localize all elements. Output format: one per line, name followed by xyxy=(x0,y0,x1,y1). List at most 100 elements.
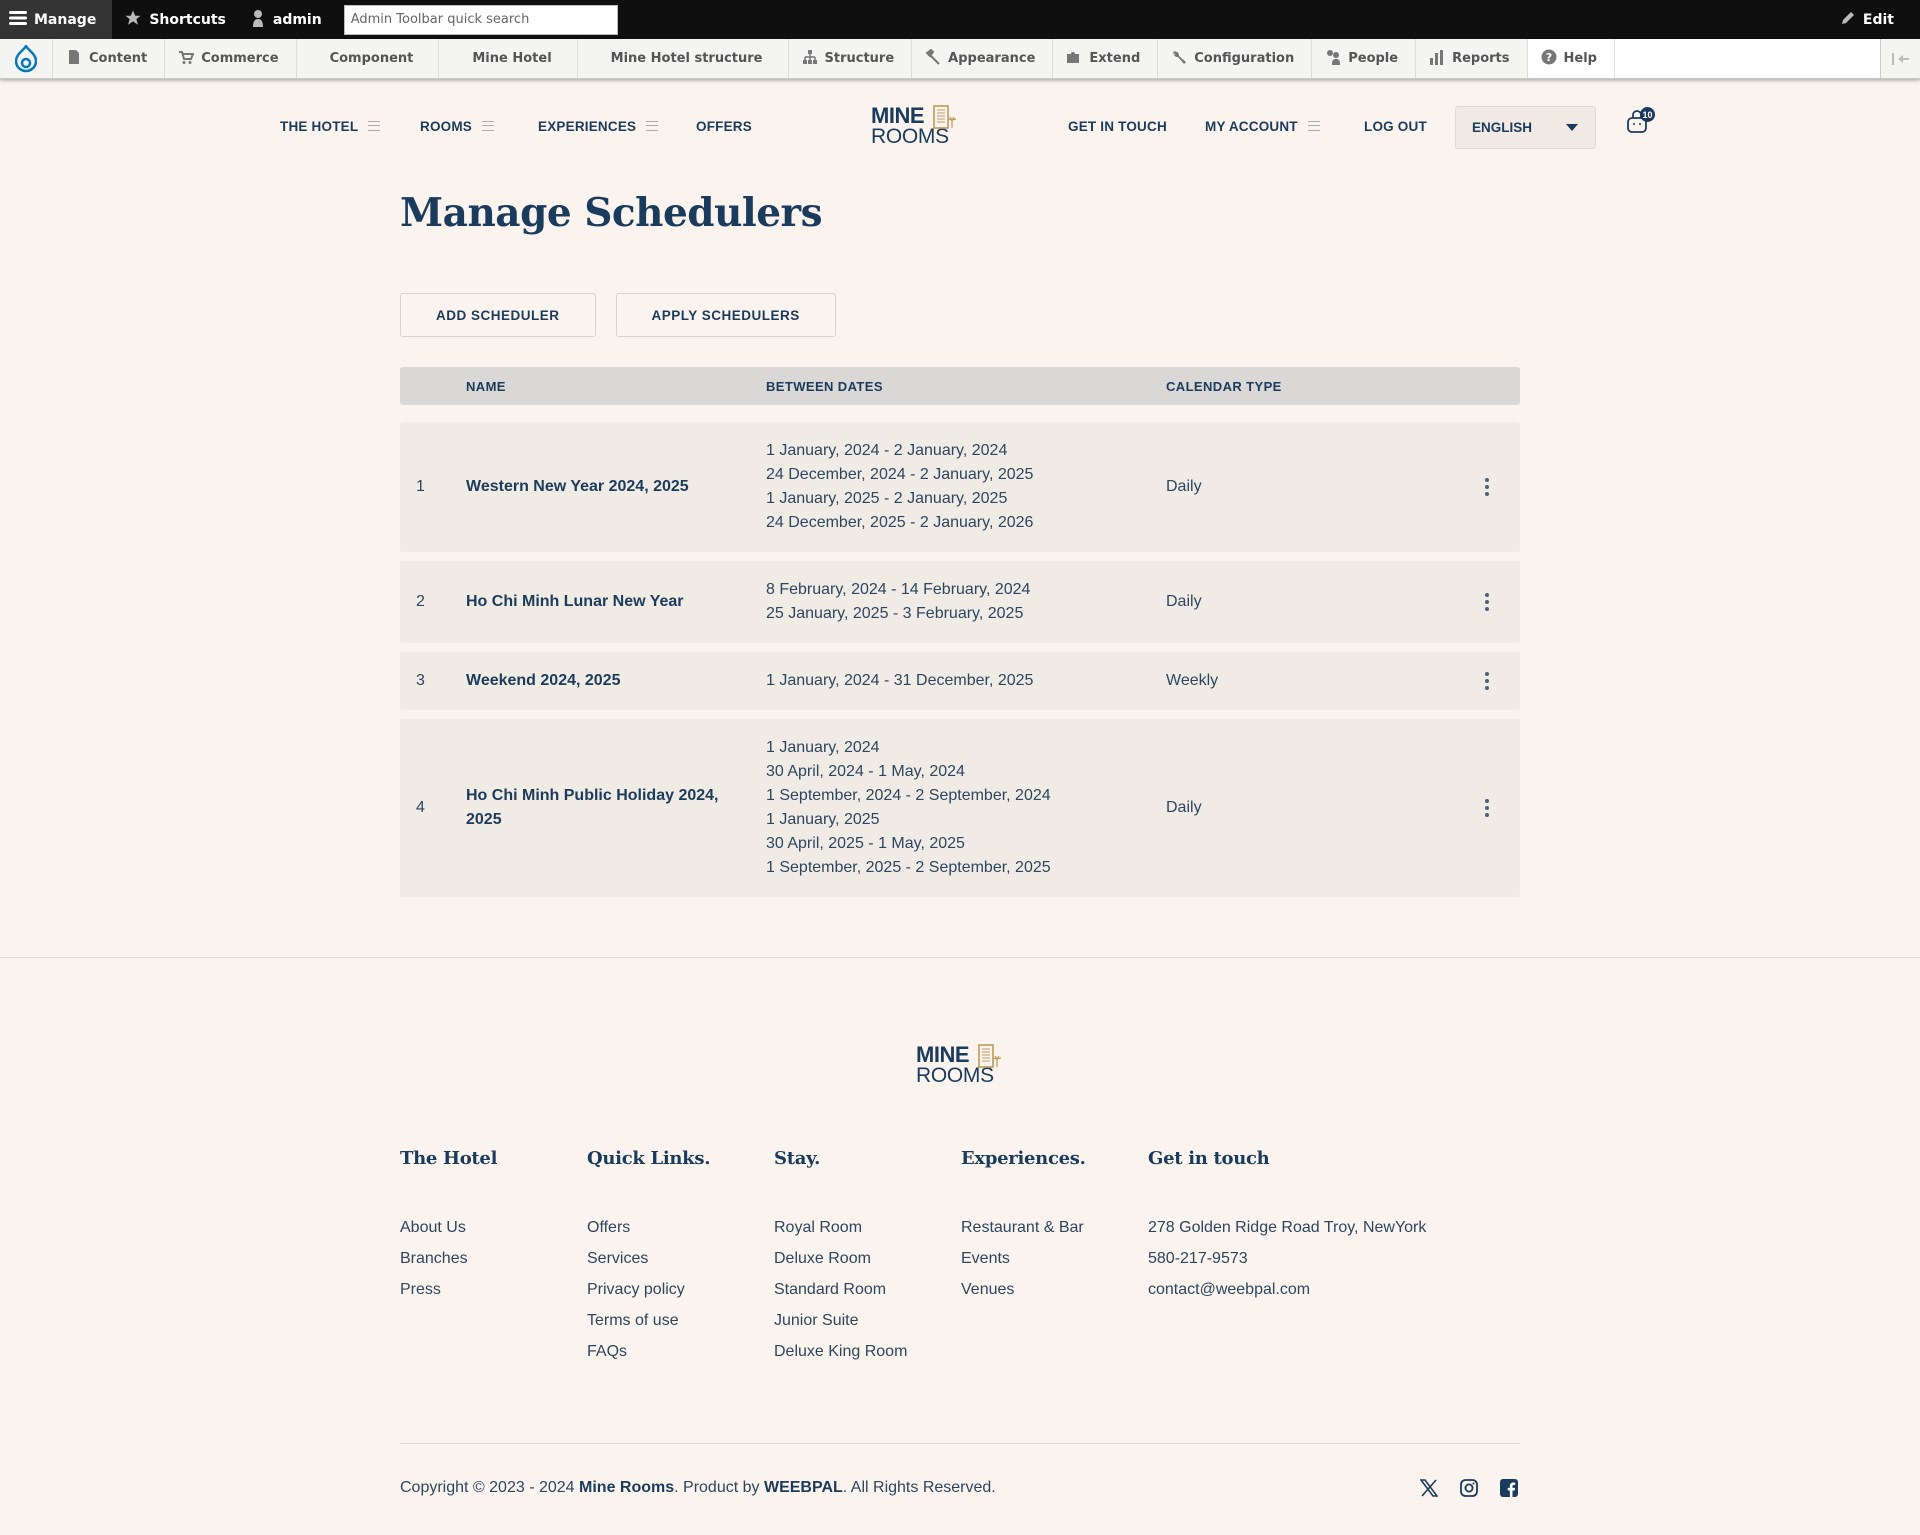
date-range: 1 January, 2024 xyxy=(766,739,880,756)
help-icon: ? xyxy=(1541,49,1557,69)
table-header: NAME BETWEEN DATES CALENDAR TYPE xyxy=(400,367,1520,405)
copyright-vendor[interactable]: WEEBPAL xyxy=(764,1479,843,1496)
add-scheduler-button[interactable]: ADD SCHEDULER xyxy=(400,293,596,337)
header-between-dates: BETWEEN DATES xyxy=(766,378,883,394)
footer-col-title: Stay. xyxy=(774,1148,821,1169)
more-options-icon[interactable] xyxy=(1477,475,1497,499)
footer-link[interactable]: Events xyxy=(961,1249,1148,1269)
footer-col-title: The Hotel xyxy=(400,1148,498,1169)
table-row: 2 Ho Chi Minh Lunar New Year 8 February,… xyxy=(400,561,1520,643)
footer-link[interactable]: Terms of use xyxy=(587,1311,774,1331)
row-dates: 8 February, 2024 - 14 February, 2024 25 … xyxy=(766,578,1166,626)
nav-label: MY ACCOUNT xyxy=(1205,118,1298,134)
footer-link[interactable]: FAQs xyxy=(587,1342,774,1362)
site-footer: MINE ROOMS The Hotel About Us Branches P… xyxy=(0,957,1920,1532)
date-range: 30 April, 2025 - 1 May, 2025 xyxy=(766,835,965,852)
header-name: NAME xyxy=(466,378,506,394)
toolbar-item-configuration[interactable]: Configuration xyxy=(1158,39,1313,78)
nav-rooms[interactable]: ROOMS xyxy=(420,106,495,146)
footer-logo[interactable]: MINE ROOMS xyxy=(916,1042,1004,1088)
footer-link[interactable]: Deluxe King Room xyxy=(774,1342,961,1362)
toolbar-label: Configuration xyxy=(1194,51,1295,66)
shortcuts-button[interactable]: Shortcuts xyxy=(112,0,238,39)
toolbar-item-mine-hotel[interactable]: Mine Hotel xyxy=(439,39,578,78)
action-buttons: ADD SCHEDULER APPLY SCHEDULERS xyxy=(400,293,1520,337)
more-options-icon[interactable] xyxy=(1477,669,1497,693)
instagram-icon[interactable] xyxy=(1458,1477,1480,1499)
footer-col-stay: Stay. Royal Room Deluxe Room Standard Ro… xyxy=(774,1148,961,1373)
cart-icon xyxy=(178,49,195,69)
cart-button[interactable]: 10 xyxy=(1626,107,1656,140)
table-row: 3 Weekend 2024, 2025 1 January, 2024 - 3… xyxy=(400,652,1520,710)
nav-label: ROOMS xyxy=(420,118,473,134)
menu-lines-icon xyxy=(646,121,659,131)
page-title: Manage Schedulers xyxy=(400,190,823,236)
row-name: Ho Chi Minh Public Holiday 2024, 2025 xyxy=(466,787,719,828)
admin-toolbar-top: Manage Shortcuts admin Edit xyxy=(0,0,1920,39)
toolbar-item-component[interactable]: Component xyxy=(297,39,440,78)
nav-offers[interactable]: OFFERS xyxy=(696,106,752,146)
date-range: 25 January, 2025 - 3 February, 2025 xyxy=(766,605,1024,622)
toolbar-item-help[interactable]: ? Help xyxy=(1527,39,1615,78)
nav-experiences[interactable]: EXPERIENCES xyxy=(538,106,659,146)
toolbar-item-people[interactable]: People xyxy=(1312,39,1417,78)
date-range: 1 January, 2024 - 31 December, 2025 xyxy=(766,672,1034,689)
footer-link[interactable]: Press xyxy=(400,1280,587,1300)
nav-log-out[interactable]: LOG OUT xyxy=(1364,106,1427,146)
footer-link[interactable]: Branches xyxy=(400,1249,587,1269)
footer-link[interactable]: Services xyxy=(587,1249,774,1269)
contact-email[interactable]: contact@weebpal.com xyxy=(1148,1280,1508,1300)
nav-label: GET IN TOUCH xyxy=(1068,118,1167,134)
footer-link[interactable]: Standard Room xyxy=(774,1280,961,1300)
footer-link[interactable]: Venues xyxy=(961,1280,1148,1300)
toolbar-item-content[interactable]: Content xyxy=(53,39,166,78)
footer-link[interactable]: Royal Room xyxy=(774,1218,961,1238)
collapse-toolbar-icon[interactable] xyxy=(1880,39,1920,78)
copyright-brand[interactable]: Mine Rooms xyxy=(579,1479,674,1496)
apply-schedulers-button[interactable]: APPLY SCHEDULERS xyxy=(615,293,836,337)
facebook-icon[interactable] xyxy=(1498,1477,1520,1499)
building-icon xyxy=(933,105,959,135)
cart-count-badge: 10 xyxy=(1640,107,1655,122)
toolbar-item-commerce[interactable]: Commerce xyxy=(165,39,297,78)
user-button[interactable]: admin xyxy=(238,0,334,39)
edit-button[interactable]: Edit xyxy=(1828,0,1906,39)
footer-col-the-hotel: The Hotel About Us Branches Press xyxy=(400,1148,587,1373)
footer-link[interactable]: Privacy policy xyxy=(587,1280,774,1300)
more-options-icon[interactable] xyxy=(1477,796,1497,820)
nav-get-in-touch[interactable]: GET IN TOUCH xyxy=(1068,106,1167,146)
more-options-icon[interactable] xyxy=(1477,590,1497,614)
language-value: ENGLISH xyxy=(1472,120,1533,135)
admin-quick-search-input[interactable] xyxy=(343,4,618,35)
toolbar-label: Component xyxy=(329,51,414,66)
footer-link[interactable]: Deluxe Room xyxy=(774,1249,961,1269)
footer-link[interactable]: About Us xyxy=(400,1218,587,1238)
toolbar-item-structure[interactable]: Structure xyxy=(789,39,913,78)
manage-button[interactable]: Manage xyxy=(0,0,113,39)
language-select[interactable]: ENGLISH xyxy=(1455,106,1596,149)
contact-phone[interactable]: 580-217-9573 xyxy=(1148,1249,1508,1269)
main-content: Manage Schedulers ADD SCHEDULER APPLY SC… xyxy=(400,183,1520,897)
toolbar-item-appearance[interactable]: Appearance xyxy=(912,39,1054,78)
footer-link[interactable]: Restaurant & Bar xyxy=(961,1218,1148,1238)
row-calendar-type: Daily xyxy=(1166,593,1202,610)
toolbar-item-mine-hotel-structure[interactable]: Mine Hotel structure xyxy=(578,39,789,78)
x-icon[interactable] xyxy=(1418,1477,1440,1499)
toolbar-label: Commerce xyxy=(201,51,279,66)
toolbar-label: Content xyxy=(89,51,148,66)
paintbrush-icon xyxy=(925,48,941,69)
wrench-icon xyxy=(1171,49,1187,69)
copyright-suffix: . All Rights Reserved. xyxy=(842,1479,996,1496)
footer-col-quick-links: Quick Links. Offers Services Privacy pol… xyxy=(587,1148,774,1373)
footer-link[interactable]: Offers xyxy=(587,1218,774,1238)
nav-my-account[interactable]: MY ACCOUNT xyxy=(1205,106,1320,146)
nav-the-hotel[interactable]: THE HOTEL xyxy=(280,106,381,146)
edit-label: Edit xyxy=(1862,11,1894,28)
drupal-logo-icon[interactable] xyxy=(0,39,53,78)
toolbar-item-reports[interactable]: Reports xyxy=(1416,39,1528,78)
footer-link[interactable]: Junior Suite xyxy=(774,1311,961,1331)
toolbar-item-extend[interactable]: Extend xyxy=(1053,39,1159,78)
people-icon xyxy=(1325,49,1341,69)
toolbar-filler xyxy=(1614,39,1880,78)
site-logo[interactable]: MINE ROOMS xyxy=(871,103,959,149)
